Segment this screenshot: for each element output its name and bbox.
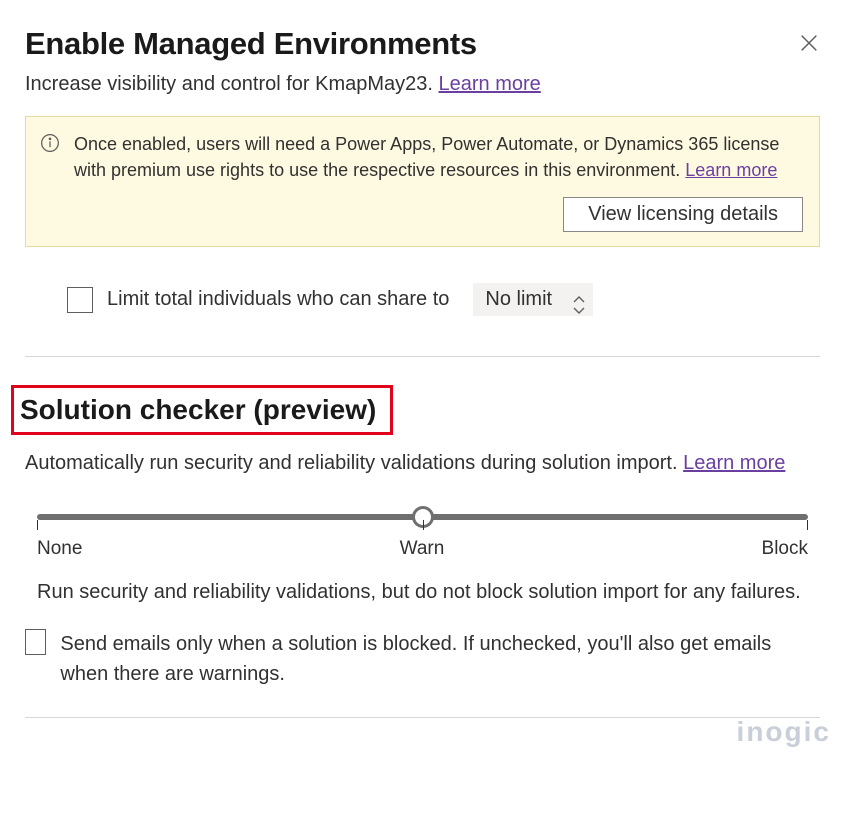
slider-tick bbox=[37, 520, 38, 530]
spinner-up-icon[interactable] bbox=[573, 291, 585, 299]
slider-help-text: Run security and reliability validations… bbox=[25, 578, 820, 607]
close-icon[interactable] bbox=[798, 32, 820, 54]
page-title: Enable Managed Environments bbox=[25, 26, 477, 62]
solution-checker-heading: Solution checker (preview) bbox=[20, 394, 376, 426]
banner-text: Once enabled, users will need a Power Ap… bbox=[74, 131, 803, 183]
slider-label-none: None bbox=[37, 538, 82, 560]
page-subtitle-text: Increase visibility and control for Kmap… bbox=[25, 73, 439, 95]
slider-label-warn: Warn bbox=[400, 538, 445, 560]
solution-description-text: Automatically run security and reliabili… bbox=[25, 452, 683, 474]
watermark-text: inogic bbox=[737, 716, 831, 747]
solution-checker-section: Solution checker (preview) Automatically… bbox=[25, 385, 820, 718]
limit-share-row: Limit total individuals who can share to… bbox=[67, 283, 820, 316]
page-subtitle: Increase visibility and control for Kmap… bbox=[25, 70, 820, 98]
slider-tick bbox=[423, 520, 424, 530]
solution-checker-slider[interactable]: None Warn Block bbox=[25, 514, 820, 560]
slider-label-block: Block bbox=[762, 538, 808, 560]
solution-description: Automatically run security and reliabili… bbox=[25, 449, 820, 478]
send-emails-checkbox[interactable] bbox=[25, 629, 46, 655]
banner-learn-more-link[interactable]: Learn more bbox=[685, 160, 777, 180]
spinner-down-icon[interactable] bbox=[573, 301, 585, 309]
limit-spinner-value: No limit bbox=[485, 288, 567, 311]
email-option-row: Send emails only when a solution is bloc… bbox=[25, 629, 820, 689]
send-emails-label: Send emails only when a solution is bloc… bbox=[60, 629, 820, 689]
limit-share-label: Limit total individuals who can share to bbox=[107, 288, 449, 311]
solution-learn-more-link[interactable]: Learn more bbox=[683, 452, 785, 474]
solution-heading-highlight: Solution checker (preview) bbox=[11, 385, 393, 435]
divider bbox=[25, 356, 820, 357]
limit-share-checkbox[interactable] bbox=[67, 287, 93, 313]
watermark-logo: inogic bbox=[0, 716, 845, 748]
info-icon bbox=[40, 133, 60, 153]
banner-text-span: Once enabled, users will need a Power Ap… bbox=[74, 134, 779, 180]
slider-tick bbox=[807, 520, 808, 530]
licensing-info-banner: Once enabled, users will need a Power Ap… bbox=[25, 116, 820, 247]
header-learn-more-link[interactable]: Learn more bbox=[439, 73, 541, 95]
view-licensing-details-button[interactable]: View licensing details bbox=[563, 197, 803, 232]
limit-spinner[interactable]: No limit bbox=[473, 283, 593, 316]
